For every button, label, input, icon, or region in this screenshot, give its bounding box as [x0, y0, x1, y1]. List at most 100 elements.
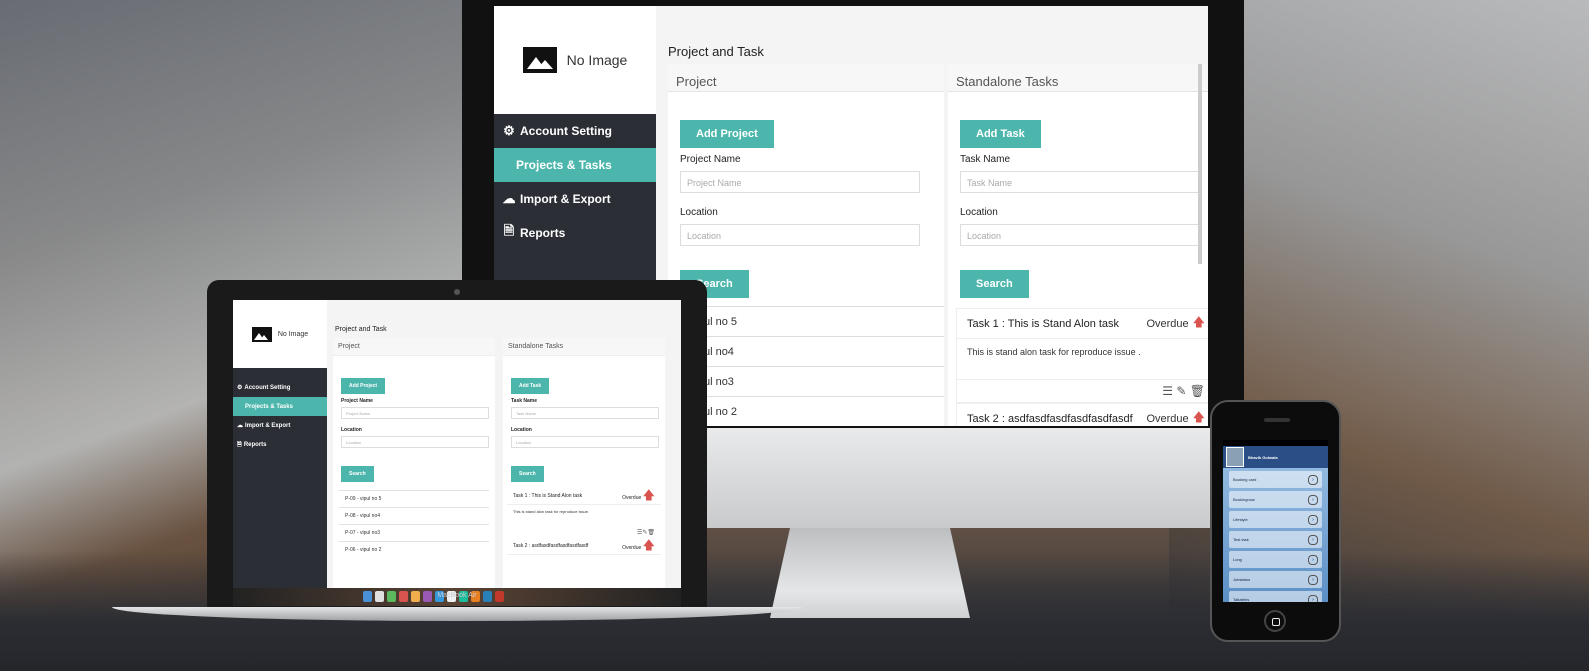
list-item-label: Booking card [1233, 477, 1257, 482]
search-button[interactable]: Search [511, 466, 544, 482]
status-badge: Overdue 🡅 [1146, 313, 1205, 334]
project-row[interactable]: 6 - vipul no 2 [668, 396, 944, 426]
project-row[interactable]: P-08 - vipul no4 [339, 507, 489, 524]
project-row[interactable]: 7 - vipul no3 [668, 366, 944, 396]
sidebar-item-import-export[interactable]: ☁ Import & Export [494, 182, 656, 216]
list-item[interactable]: Jobstatus › [1229, 571, 1322, 588]
project-name-input[interactable]: Project Name [341, 407, 489, 419]
gear-icon: ⚙ [503, 123, 515, 138]
list-item[interactable]: Booking card › [1229, 471, 1322, 488]
project-name-input[interactable]: Project Name [680, 171, 920, 193]
image-placeholder-icon [522, 47, 557, 73]
status-text: Overdue [1146, 412, 1189, 425]
edit-icon[interactable]: ✎ [1176, 384, 1186, 398]
imac-stand [770, 528, 970, 618]
search-button[interactable]: Search [960, 270, 1029, 298]
task-actions: ☰ ✎ 🗑 [957, 379, 1208, 402]
chevron-right-icon: › [1308, 494, 1318, 505]
project-row[interactable]: P-09 - vipul no 5 [339, 490, 489, 507]
project-row[interactable]: P-07 - vipul no3 [339, 524, 489, 541]
project-row[interactable]: P-06 - vipul no 2 [339, 541, 489, 558]
list-icon[interactable]: ☰ [1162, 384, 1173, 398]
camera-icon [454, 289, 460, 295]
scrollbar[interactable] [1198, 64, 1202, 264]
status-text: Overdue [1146, 317, 1189, 330]
chevron-right-icon: › [1308, 574, 1318, 585]
sidebar-item-import-export[interactable]: ☁ Import & Export [233, 416, 327, 435]
logo-text: No Image [277, 330, 309, 338]
arrow-up-icon: 🡅 [642, 537, 655, 552]
main-content: Project and Task Project Add Project Pro… [327, 300, 681, 606]
status-text: Overdue [622, 494, 642, 501]
document-icon: 🗎 [237, 441, 242, 448]
project-row[interactable]: 8 - vipul no4 [668, 336, 944, 366]
list-item-label: Jobstatus [1233, 577, 1251, 582]
status-text: Overdue [622, 544, 642, 551]
sidebar-item-account-setting[interactable]: ⚙ Account Setting [233, 378, 327, 397]
panel-title: Project [333, 338, 495, 356]
status-badge: Overdue 🡅 [1146, 408, 1205, 426]
chevron-right-icon: › [1308, 594, 1318, 602]
location-label: Location [511, 427, 532, 433]
gear-icon: ⚙ [237, 385, 243, 391]
project-row[interactable]: 9 - vipul no 5 [668, 306, 944, 336]
laptop-model-label: MacBook Air [437, 592, 477, 599]
home-button[interactable] [1264, 610, 1286, 632]
add-task-button[interactable]: Add Task [511, 378, 550, 394]
list-item[interactable]: Tattatehs › [1229, 591, 1322, 602]
logo: No Image [494, 6, 656, 114]
location-input[interactable]: Location [960, 224, 1200, 246]
arrow-up-icon: 🡅 [1192, 410, 1205, 424]
laptop-bezel: No Image ⚙ Account Setting Projects & Tas… [207, 280, 707, 610]
sidebar-item-projects-tasks[interactable]: Projects & Tasks [233, 397, 327, 416]
location-input[interactable]: Location [680, 224, 920, 246]
task-name-input[interactable]: Task Name [511, 407, 659, 419]
chevron-right-icon: › [1308, 534, 1318, 545]
cloud-upload-icon: ☁ [502, 191, 516, 206]
list-item-label: Lifestyle [1233, 517, 1248, 522]
sidebar-item-label: Projects & Tasks [516, 158, 612, 172]
status-badge: Overdue 🡅 [622, 536, 655, 557]
add-project-button[interactable]: Add Project [341, 378, 386, 394]
list-item[interactable]: Lifestyle › [1229, 511, 1322, 528]
main-content: Project and Task Project Add Project Pro… [656, 6, 1208, 426]
search-button[interactable]: Search [341, 466, 374, 482]
laptop-screen: No Image ⚙ Account Setting Projects & Tas… [233, 300, 681, 606]
user-name: Bhavik Golwala [1248, 454, 1278, 460]
list-item-label: Tattatehs [1233, 597, 1250, 602]
task-name-label: Task Name [960, 154, 1011, 165]
laptop-base [112, 607, 802, 621]
list-item[interactable]: Bookingnow › [1229, 491, 1322, 508]
add-task-button[interactable]: Add Task [960, 120, 1041, 148]
sidebar-item-reports[interactable]: 🗎 Reports [494, 216, 656, 250]
location-input[interactable]: Location [511, 436, 659, 448]
list-item[interactable]: Long › [1229, 551, 1322, 568]
profile-header: Bhavik Golwala [1223, 446, 1328, 468]
add-project-button[interactable]: Add Project [680, 120, 774, 148]
chevron-right-icon: › [1308, 554, 1318, 565]
list-item[interactable]: Test task › [1229, 531, 1322, 548]
task-card-header: Task 1 : This is Stand Alon task Overdue… [507, 488, 661, 505]
sidebar-item-label: Import & Export [520, 192, 611, 206]
sidebar-item-reports[interactable]: 🗎 Reports [233, 435, 327, 454]
task-card-header: Task 1 : This is Stand Alon task Overdue… [957, 309, 1208, 339]
logo-text: No Image [566, 52, 628, 68]
project-panel: Project Add Project Project Name Project… [668, 64, 944, 426]
task-card-header: Task 2 : asdfasdfasdfasdfasdfasdf Overdu… [957, 404, 1208, 426]
list-item-label: Bookingnow [1233, 497, 1255, 502]
location-input[interactable]: Location [341, 436, 489, 448]
sidebar: No Image ⚙ Account Setting Projects & Tas… [233, 300, 327, 606]
cloud-upload-icon: ☁ [237, 423, 243, 429]
task-card: Task 2 : asdfasdfasdfasdfasdfasdf Overdu… [956, 403, 1208, 426]
page-title: Project and Task [668, 44, 764, 59]
sidebar-item-account-setting[interactable]: ⚙ Account Setting [494, 114, 656, 148]
page-title: Project and Task [335, 326, 387, 333]
task-card: Task 1 : This is Stand Alon task Overdue… [507, 488, 661, 555]
standalone-tasks-panel: Standalone Tasks Add Task Task Name Task… [503, 338, 665, 588]
laptop-device: No Image ⚙ Account Setting Projects & Tas… [112, 280, 802, 621]
apple-logo-icon [842, 472, 872, 508]
sidebar-item-projects-tasks[interactable]: Projects & Tasks [494, 148, 656, 182]
task-name-input[interactable]: Task Name [960, 171, 1200, 193]
trash-icon[interactable]: 🗑 [1190, 384, 1205, 398]
sidebar-item-label: Reports [520, 226, 566, 240]
